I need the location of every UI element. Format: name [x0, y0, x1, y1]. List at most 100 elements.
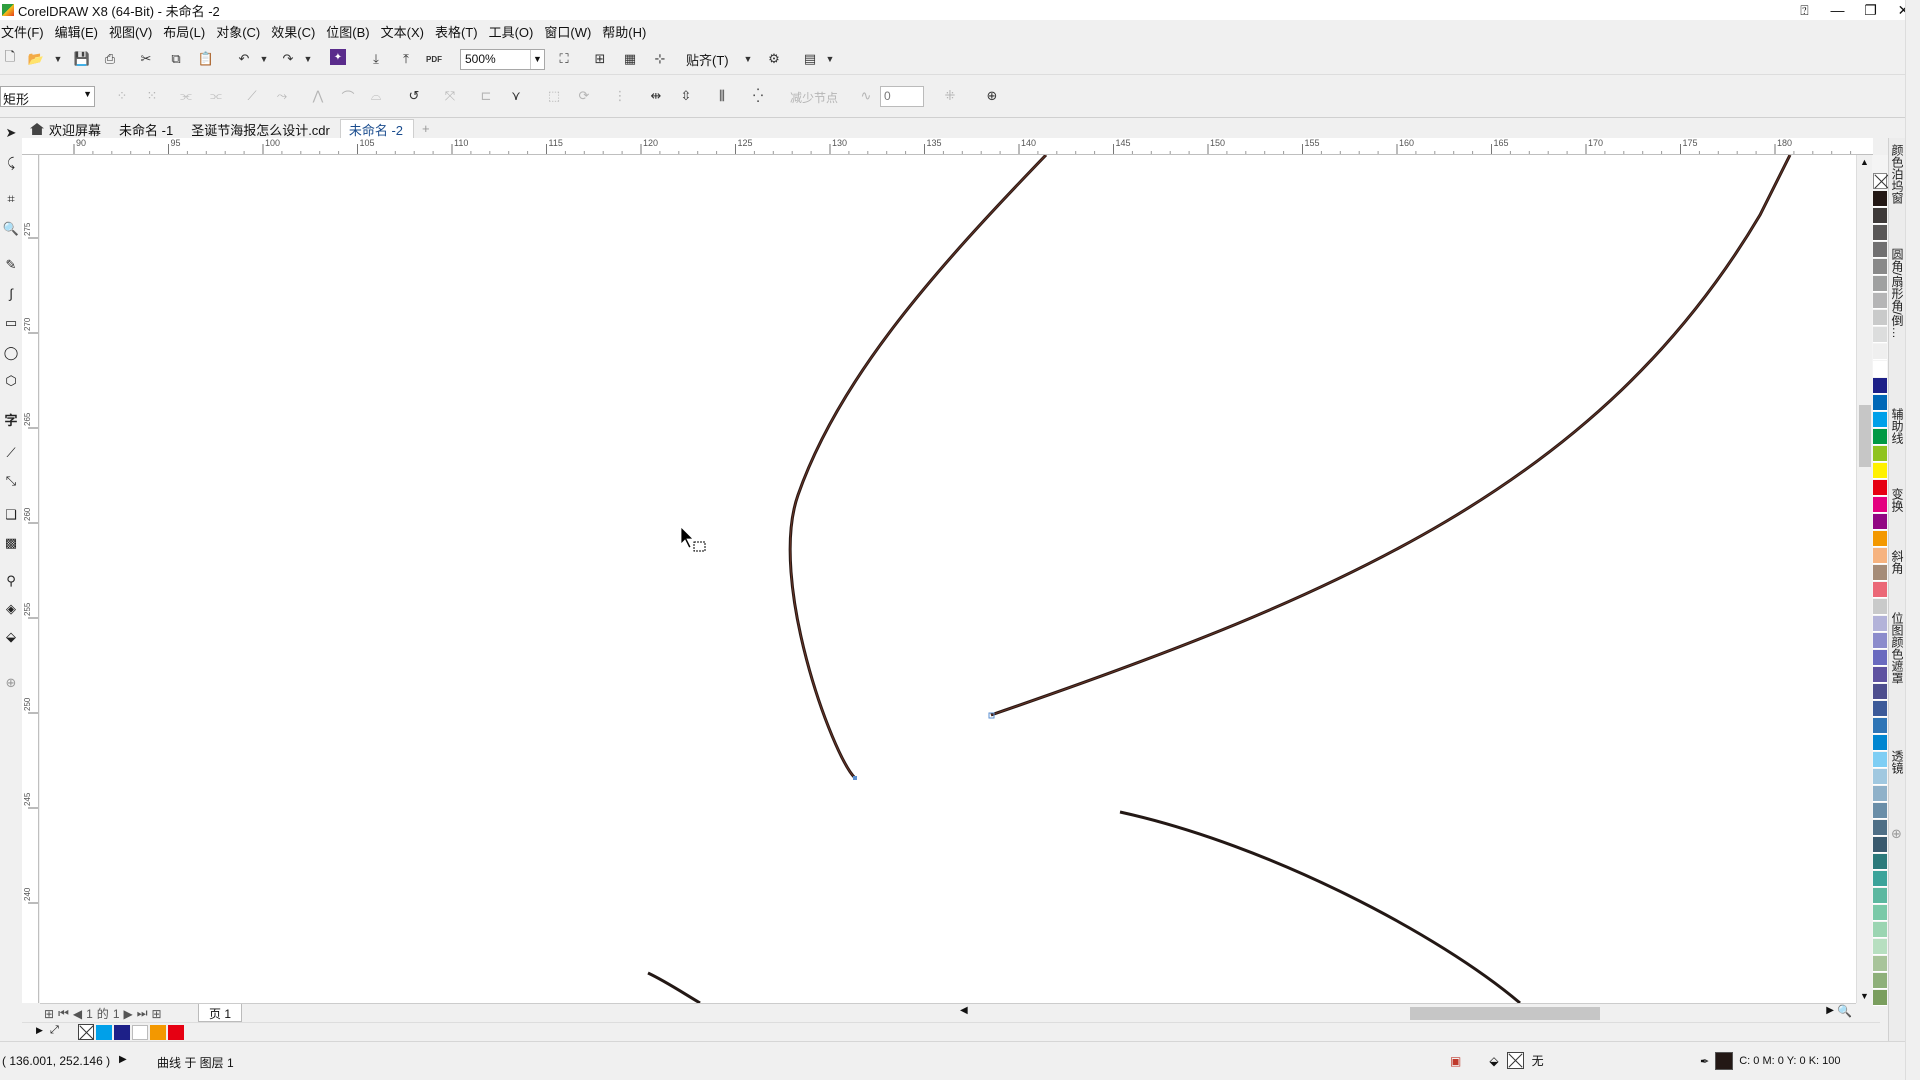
palette-eyedropper-icon[interactable]: ⤢ [50, 1024, 59, 1037]
scroll-down-icon[interactable]: ▼ [1860, 991, 1869, 1001]
palette-swatch[interactable] [1873, 650, 1887, 666]
zoom-tool-icon[interactable]: 🔍 [1, 218, 21, 240]
palette-swatch[interactable] [1873, 803, 1887, 819]
tab-welcome-screen[interactable]: 欢迎屏幕 [22, 119, 111, 138]
palette-swatch[interactable] [1873, 293, 1887, 309]
menu-window[interactable]: 窗口(W) [543, 22, 599, 41]
redo-dropdown-icon[interactable]: ▼ [298, 49, 318, 69]
palette-swatch[interactable] [1873, 735, 1887, 751]
palette-swatch[interactable] [1873, 361, 1887, 377]
palette-swatch[interactable] [1873, 259, 1887, 275]
ellipse-tool-icon[interactable]: ◯ [1, 342, 21, 364]
curve-lower-right[interactable] [1119, 810, 1521, 1003]
tab-untitled-1[interactable]: 未命名 -1 [111, 119, 183, 138]
palette-swatch[interactable] [1873, 327, 1887, 343]
app-launcher-icon[interactable]: ▤ [800, 49, 820, 69]
redo-icon[interactable]: ↷ [278, 49, 298, 69]
vertical-ruler[interactable]: 275 270 265 260 255 250 245 240 [22, 155, 39, 1003]
palette-swatch[interactable] [1873, 888, 1887, 904]
color-eyedropper-tool-icon[interactable]: ⚲ [1, 570, 21, 592]
show-guidelines-icon[interactable]: ⊹ [650, 49, 670, 69]
connector-tool-icon[interactable]: ⤡ [1, 470, 21, 492]
menu-object[interactable]: 对象(C) [215, 22, 268, 41]
no-color-swatch[interactable] [78, 1024, 94, 1040]
menu-tools[interactable]: 工具(O) [488, 22, 542, 41]
palette-swatch[interactable] [1873, 191, 1887, 207]
vertical-scroll-thumb[interactable] [1859, 405, 1871, 467]
palette-swatch[interactable] [1873, 276, 1887, 292]
new-document-icon[interactable]: 🗋 [0, 49, 20, 69]
docker-color[interactable]: 颜色泊坞窗 [1889, 144, 1906, 204]
transparency-tool-icon[interactable]: ▩ [1, 532, 21, 554]
parallel-dimension-tool-icon[interactable]: ⟋ [1, 442, 21, 464]
palette-swatch[interactable] [1873, 633, 1887, 649]
new-tab-plus-icon[interactable]: + [414, 119, 438, 138]
drawing-canvas[interactable] [40, 155, 1856, 1003]
palette-swatch[interactable] [1873, 599, 1887, 615]
palette-swatch[interactable] [1873, 718, 1887, 734]
palette-swatch[interactable] [1873, 548, 1887, 564]
palette-swatch[interactable] [1873, 344, 1887, 360]
menu-edit[interactable]: 编辑(E) [54, 22, 106, 41]
outline-indicator[interactable]: ✒ C: 0 M: 0 Y: 0 K: 100 [1700, 1052, 1841, 1070]
last-page-icon[interactable]: ⏭ [137, 1006, 148, 1021]
palette-swatch[interactable] [1873, 395, 1887, 411]
curve-lower-left[interactable] [647, 971, 701, 1003]
close-curve-icon[interactable]: ⋎ [506, 86, 526, 106]
add-tool-icon[interactable]: ⊕ [982, 86, 1002, 106]
palette-swatch[interactable] [1873, 616, 1887, 632]
search-content-icon[interactable]: ✦ [330, 49, 346, 65]
palette-swatch[interactable] [1873, 242, 1887, 258]
palette-swatch[interactable] [1873, 480, 1887, 496]
menu-bitmaps[interactable]: 位图(B) [325, 22, 377, 41]
palette-swatch[interactable] [1873, 786, 1887, 802]
selected-curve-right[interactable] [990, 155, 1792, 717]
import-icon[interactable]: ⤓ [366, 49, 386, 69]
artistic-media-tool-icon[interactable]: ∫ [1, 282, 21, 304]
palette-swatch[interactable] [1873, 837, 1887, 853]
document-palette-swatch[interactable] [114, 1025, 130, 1040]
docker-transform[interactable]: 变换 [1889, 488, 1906, 512]
add-docker-icon[interactable]: ⊕ [1891, 826, 1902, 842]
color-profile-icon[interactable]: ▣ [1450, 1054, 1461, 1068]
app-launcher-dropdown-icon[interactable]: ▼ [820, 49, 840, 69]
add-tool-icon[interactable]: ⊕ [1, 672, 21, 694]
horizontal-ruler[interactable]: 90 95 100 105 110 115 120 125 130 135 140 145 150 155… [31, 138, 1873, 155]
palette-swatch[interactable] [1873, 701, 1887, 717]
palette-swatch[interactable] [1873, 990, 1887, 1006]
menu-help[interactable]: 帮助(H) [601, 22, 654, 41]
publish-pdf-icon[interactable]: PDF [424, 49, 444, 69]
palette-swatch[interactable] [1873, 667, 1887, 683]
docker-bitmap-color-mask[interactable]: 位图颜色遮罩 [1889, 612, 1906, 684]
document-palette-swatch[interactable] [96, 1025, 112, 1040]
curve-end-node[interactable] [853, 776, 857, 780]
crop-tool-icon[interactable]: ⌗ [1, 188, 21, 210]
copy-icon[interactable]: ⧉ [166, 49, 186, 69]
palette-swatch[interactable] [1873, 871, 1887, 887]
reverse-direction-icon[interactable]: ↺ [404, 86, 424, 106]
document-palette-swatch[interactable] [132, 1025, 148, 1040]
palette-swatch[interactable] [1873, 769, 1887, 785]
document-palette-swatch[interactable] [150, 1025, 166, 1040]
prev-page-icon[interactable]: ◀ [73, 1007, 82, 1021]
restore-button[interactable]: ❐ [1854, 0, 1887, 20]
smoothness-spinbox[interactable]: 0 [880, 86, 924, 107]
save-icon[interactable]: 💾 [72, 49, 92, 69]
palette-swatch[interactable] [1873, 514, 1887, 530]
paste-icon[interactable]: 📋 [196, 49, 216, 69]
undo-dropdown-icon[interactable]: ▼ [254, 49, 274, 69]
reduce-nodes-button[interactable]: 减少节点 [790, 89, 838, 106]
select-all-nodes-icon[interactable]: ⁛ [748, 86, 768, 106]
palette-swatch[interactable] [1873, 463, 1887, 479]
palette-swatch[interactable] [1873, 412, 1887, 428]
zoom-navigator-icon[interactable]: 🔍 [1837, 1004, 1852, 1018]
palette-arrow-icon[interactable]: ▶ [36, 1025, 43, 1036]
palette-swatch[interactable] [1873, 752, 1887, 768]
selected-curve-left[interactable] [788, 155, 1048, 780]
export-icon[interactable]: ⤒ [396, 49, 416, 69]
docker-bevel[interactable]: 斜角 [1889, 550, 1906, 574]
docker-lens[interactable]: 透镜 [1889, 750, 1906, 774]
snap-dropdown-icon[interactable]: ▼ [738, 49, 758, 69]
no-color-swatch[interactable] [1873, 173, 1887, 189]
vertical-scrollbar[interactable]: ▲ ▼ [1856, 155, 1872, 1003]
